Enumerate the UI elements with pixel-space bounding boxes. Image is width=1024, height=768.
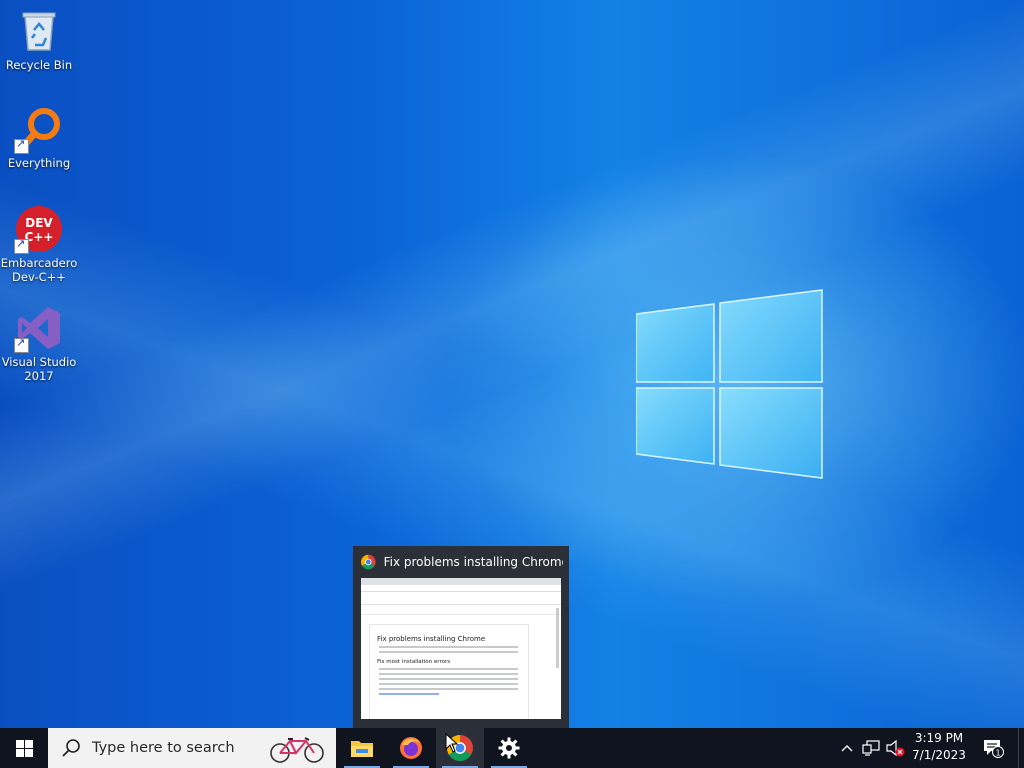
volume-muted-icon — [886, 739, 905, 757]
mini-sub-nav — [361, 605, 561, 615]
desktop-icon-label: Recycle Bin — [5, 58, 73, 72]
taskbar-search-box[interactable]: Type here to search — [48, 728, 336, 768]
show-desktop-button[interactable] — [1018, 728, 1024, 768]
desktop-icon-label: Everything — [7, 156, 71, 170]
desktop-icon-recycle-bin[interactable]: Recycle Bin — [0, 8, 78, 72]
taskbar-file-explorer[interactable] — [338, 728, 386, 768]
thumbnail-page-snapshot: Fix problems installing Chrome Fix most … — [361, 578, 561, 719]
shortcut-arrow-icon — [14, 237, 29, 254]
mini-article-subheading: Fix most installation errors — [377, 659, 451, 665]
clock-date: 7/1/2023 — [912, 748, 966, 762]
desktop-icon-label-line2: Dev-C++ — [12, 270, 66, 284]
windows-start-icon — [15, 739, 33, 757]
mouse-cursor-icon — [445, 733, 459, 753]
taskbar-firefox[interactable] — [387, 728, 435, 768]
thumbnail-title-bar: Fix problems installing Chrome... — [361, 554, 563, 570]
shortcut-arrow-icon — [14, 336, 29, 353]
visual-studio-icon — [14, 305, 62, 353]
settings-gear-icon — [498, 737, 520, 759]
mini-help-header — [361, 592, 561, 605]
desktop-icon-dev-cpp[interactable]: DEV C++ Embarcadero Dev-C++ — [0, 206, 78, 284]
shortcut-arrow-icon — [14, 137, 29, 154]
tray-clock[interactable]: 3:19 PM 7/1/2023 — [908, 730, 970, 764]
mini-article-heading: Fix problems installing Chrome — [377, 635, 486, 643]
taskbar-settings[interactable] — [485, 728, 533, 768]
mini-browser-tabs — [361, 578, 561, 585]
chrome-icon — [361, 554, 376, 570]
mini-scrollbar — [556, 608, 559, 668]
mini-article: Fix problems installing Chrome Fix most … — [369, 624, 529, 719]
mini-address-bar — [361, 585, 561, 592]
everything-search-icon — [14, 106, 62, 154]
taskbar-thumbnail-preview[interactable]: Fix problems installing Chrome... Fix pr… — [353, 546, 569, 728]
taskbar: Type here to search 3:19 PM 7/1/2023 1 — [0, 728, 1024, 768]
clock-time: 3:19 PM — [914, 731, 964, 745]
network-ethernet-icon — [862, 740, 880, 756]
recycle-bin-icon — [16, 8, 62, 54]
taskbar-chrome[interactable] — [436, 728, 484, 768]
windows-logo-wallpaper — [635, 288, 824, 480]
tray-show-hidden-icons[interactable] — [838, 728, 856, 768]
desktop-icon-label-line2: 2017 — [24, 369, 54, 383]
dev-cpp-icon: DEV C++ — [14, 206, 62, 254]
svg-text:DEV: DEV — [25, 216, 53, 230]
search-icon — [62, 739, 80, 757]
desktop-icon-everything[interactable]: Everything — [0, 106, 78, 170]
notification-count: 1 — [995, 748, 1000, 757]
tray-network[interactable] — [860, 728, 882, 768]
file-explorer-icon — [351, 741, 373, 757]
tray-volume[interactable] — [884, 728, 906, 768]
search-placeholder: Type here to search — [92, 740, 235, 756]
desktop-icon-label-line1: Embarcadero — [0, 256, 78, 270]
bicycle-icon — [270, 737, 324, 763]
thumbnail-title: Fix problems installing Chrome... — [383, 555, 563, 569]
firefox-icon — [400, 737, 422, 759]
start-button[interactable] — [0, 728, 48, 768]
desktop-icon-visual-studio[interactable]: Visual Studio 2017 — [0, 305, 78, 383]
action-center-button[interactable]: 1 — [978, 728, 1008, 768]
desktop-icon-label-line1: Visual Studio — [1, 355, 77, 369]
notifications-icon: 1 — [984, 740, 1004, 758]
chevron-up-icon — [841, 745, 853, 752]
